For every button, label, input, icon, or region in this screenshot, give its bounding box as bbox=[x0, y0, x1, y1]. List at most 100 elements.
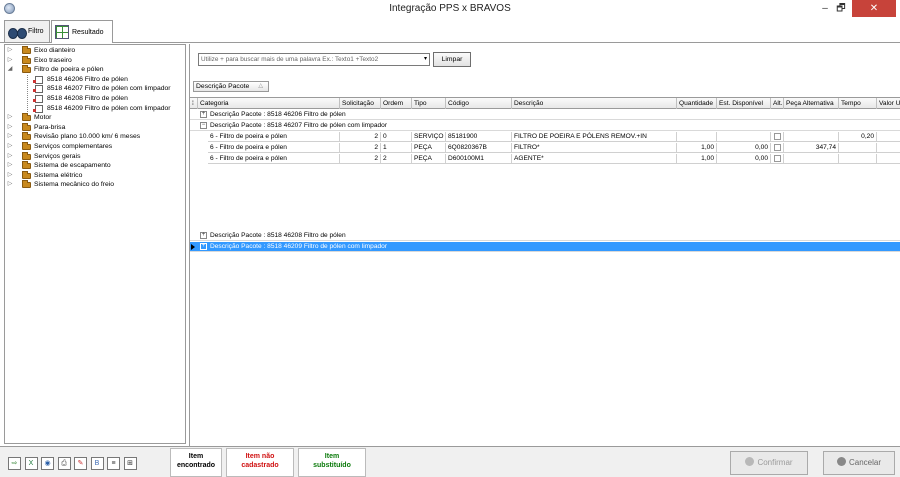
tab-resultado[interactable]: Resultado bbox=[51, 20, 113, 43]
table-cell[interactable]: 6 - Filtro de poeira e pólen bbox=[208, 154, 340, 164]
group-by-chip[interactable]: Descrição Pacote △ bbox=[193, 81, 269, 92]
toolbar-button-icon[interactable]: ◉ bbox=[41, 457, 54, 470]
column-header[interactable]: Categoria bbox=[198, 98, 340, 109]
expand-icon[interactable]: + bbox=[200, 243, 207, 250]
table-cell[interactable] bbox=[784, 154, 839, 164]
collapse-icon[interactable]: ◢ bbox=[6, 65, 14, 75]
table-cell[interactable]: AGENTE* bbox=[512, 154, 677, 164]
tree-item[interactable]: ▷ Serviços complementares bbox=[5, 141, 185, 152]
table-cell[interactable]: 0 bbox=[381, 132, 412, 142]
table-cell[interactable]: 1 bbox=[381, 143, 412, 153]
expand-icon[interactable]: ▷ bbox=[6, 113, 14, 123]
tree-item[interactable]: 8518 46207 Filtro de pólen com limpador bbox=[5, 84, 185, 94]
table-cell[interactable]: 347,74 bbox=[784, 143, 839, 153]
table-cell[interactable] bbox=[677, 132, 717, 142]
tree-item[interactable]: 8518 46208 Filtro de pólen bbox=[5, 94, 185, 104]
table-cell[interactable]: 2 bbox=[340, 154, 381, 164]
table-cell[interactable]: 0,00 bbox=[717, 154, 771, 164]
tab-filtro[interactable]: Filtro bbox=[4, 20, 50, 42]
tree-item[interactable]: ▷ Sistema elétrico bbox=[5, 170, 185, 181]
column-header[interactable]: Est. Disponível bbox=[717, 98, 771, 109]
table-cell[interactable]: 1,00 bbox=[677, 143, 717, 153]
tree-item[interactable]: 8518 46209 Filtro de pólen com limpador bbox=[5, 104, 185, 114]
column-header[interactable]: Quantidade bbox=[677, 98, 717, 109]
expand-icon[interactable]: ▷ bbox=[6, 123, 14, 133]
table-cell[interactable]: 6 - Filtro de poeira e pólen bbox=[208, 143, 340, 153]
column-chooser-icon[interactable]: ⁞ bbox=[190, 98, 198, 109]
tree-item[interactable]: ▷ Motor bbox=[5, 113, 185, 123]
expand-icon[interactable]: ▷ bbox=[6, 142, 14, 152]
table-cell[interactable]: FILTRO* bbox=[512, 143, 677, 153]
toolbar-button-icon[interactable]: ≡ bbox=[107, 457, 120, 470]
table-cell[interactable]: D600100M1 bbox=[446, 154, 512, 164]
table-row[interactable]: 6 - Filtro de poeira e pólen 2 2 PEÇA D60010… bbox=[190, 154, 900, 164]
table-cell[interactable]: 85181900 bbox=[446, 132, 512, 142]
table-cell[interactable]: PEÇA bbox=[412, 154, 446, 164]
expand-icon[interactable]: ▷ bbox=[6, 180, 14, 190]
expand-icon[interactable]: ▷ bbox=[6, 161, 14, 171]
table-cell[interactable]: FILTRO DE POEIRA E PÓLENS REMOV.+IN bbox=[512, 132, 677, 142]
expand-icon[interactable]: + bbox=[200, 111, 207, 118]
table-cell[interactable] bbox=[839, 143, 877, 153]
close-button[interactable]: ✕ bbox=[852, 0, 896, 17]
table-cell[interactable]: 2 bbox=[340, 143, 381, 153]
group-row[interactable]: − Descrição Pacote : 8518 46207 Filtro de… bbox=[190, 121, 900, 131]
table-cell[interactable] bbox=[784, 132, 839, 142]
toolbar-button-icon[interactable]: B bbox=[90, 457, 104, 470]
column-header[interactable]: Peça Alternativa bbox=[784, 98, 839, 109]
alt-checkbox[interactable] bbox=[774, 133, 781, 140]
table-cell[interactable]: 6 - Filtro de poeira e pólen bbox=[208, 132, 340, 142]
table-cell[interactable] bbox=[771, 132, 784, 142]
tree-item[interactable]: ▷ Para-brisa bbox=[5, 122, 185, 133]
toolbar-button-icon[interactable]: ⊞ bbox=[123, 457, 137, 470]
expand-icon[interactable]: ▷ bbox=[6, 152, 14, 162]
toolbar-button-icon[interactable]: ⇨ bbox=[8, 457, 21, 470]
table-cell[interactable]: 2 bbox=[381, 154, 412, 164]
column-header[interactable]: Código bbox=[446, 98, 512, 109]
table-cell[interactable]: 0,00 bbox=[717, 143, 771, 153]
clear-button[interactable]: Limpar bbox=[433, 52, 471, 67]
collapse-icon[interactable]: − bbox=[200, 122, 207, 129]
column-header[interactable]: Alt. bbox=[771, 98, 784, 109]
table-cell[interactable] bbox=[877, 154, 900, 164]
table-cell[interactable]: 1,00 bbox=[677, 154, 717, 164]
column-header[interactable]: Ordem bbox=[381, 98, 412, 109]
table-cell[interactable] bbox=[877, 132, 900, 142]
toolbar-button-icon[interactable]: X bbox=[24, 457, 38, 470]
table-cell[interactable]: 6Q0820367B bbox=[446, 143, 512, 153]
expand-icon[interactable]: ▷ bbox=[6, 132, 14, 142]
alt-checkbox[interactable] bbox=[774, 155, 781, 162]
minimize-button[interactable]: – bbox=[818, 0, 832, 17]
table-cell[interactable]: PEÇA bbox=[412, 143, 446, 153]
table-cell[interactable] bbox=[717, 132, 771, 142]
table-row[interactable]: 6 - Filtro de poeira e pólen 2 0 SERVIÇO 851… bbox=[190, 132, 900, 142]
tree-item[interactable]: 8518 46206 Filtro de pólen bbox=[5, 75, 185, 85]
restore-button[interactable]: 🗗 bbox=[834, 0, 848, 17]
table-cell[interactable] bbox=[771, 154, 784, 164]
expand-icon[interactable]: ▷ bbox=[6, 56, 14, 66]
column-header[interactable]: Solicitação bbox=[340, 98, 381, 109]
search-input[interactable]: Utilize + para buscar mais de uma palavr… bbox=[198, 53, 430, 66]
alt-checkbox[interactable] bbox=[774, 144, 781, 151]
table-cell[interactable]: 2 bbox=[340, 132, 381, 142]
tree-item[interactable]: ▷ Sistema mecânico do freio bbox=[5, 180, 185, 190]
table-row[interactable]: 6 - Filtro de poeira e pólen 2 1 PEÇA 6Q0820… bbox=[190, 143, 900, 153]
expand-icon[interactable]: ▷ bbox=[6, 171, 14, 181]
column-header[interactable]: Tipo bbox=[412, 98, 446, 109]
toolbar-button-icon[interactable]: ✎ bbox=[74, 457, 87, 470]
expand-icon[interactable]: + bbox=[200, 232, 207, 239]
table-cell[interactable]: 0,20 bbox=[839, 132, 877, 142]
column-header[interactable]: Tempo bbox=[839, 98, 877, 109]
table-cell[interactable] bbox=[839, 154, 877, 164]
group-row[interactable]: + Descrição Pacote : 8518 46209 Filtro de… bbox=[190, 242, 900, 252]
tree-item[interactable]: ▷ Sistema de escapamento bbox=[5, 161, 185, 171]
cancel-button[interactable]: Cancelar bbox=[823, 451, 895, 475]
column-header[interactable]: Valor U bbox=[877, 98, 900, 109]
expand-icon[interactable]: ▷ bbox=[6, 46, 14, 56]
toolbar-button-icon[interactable]: ⎙ bbox=[57, 457, 71, 470]
column-header[interactable]: Descrição bbox=[512, 98, 677, 109]
tree-item[interactable]: ▷ Revisão plano 10.000 km/ 6 meses bbox=[5, 132, 185, 142]
group-row[interactable]: + Descrição Pacote : 8518 46206 Filtro de… bbox=[190, 110, 900, 120]
tree-item[interactable]: ▷ Eixo traseiro bbox=[5, 55, 185, 66]
tree-item[interactable]: ▷ Eixo dianteiro bbox=[5, 46, 185, 56]
